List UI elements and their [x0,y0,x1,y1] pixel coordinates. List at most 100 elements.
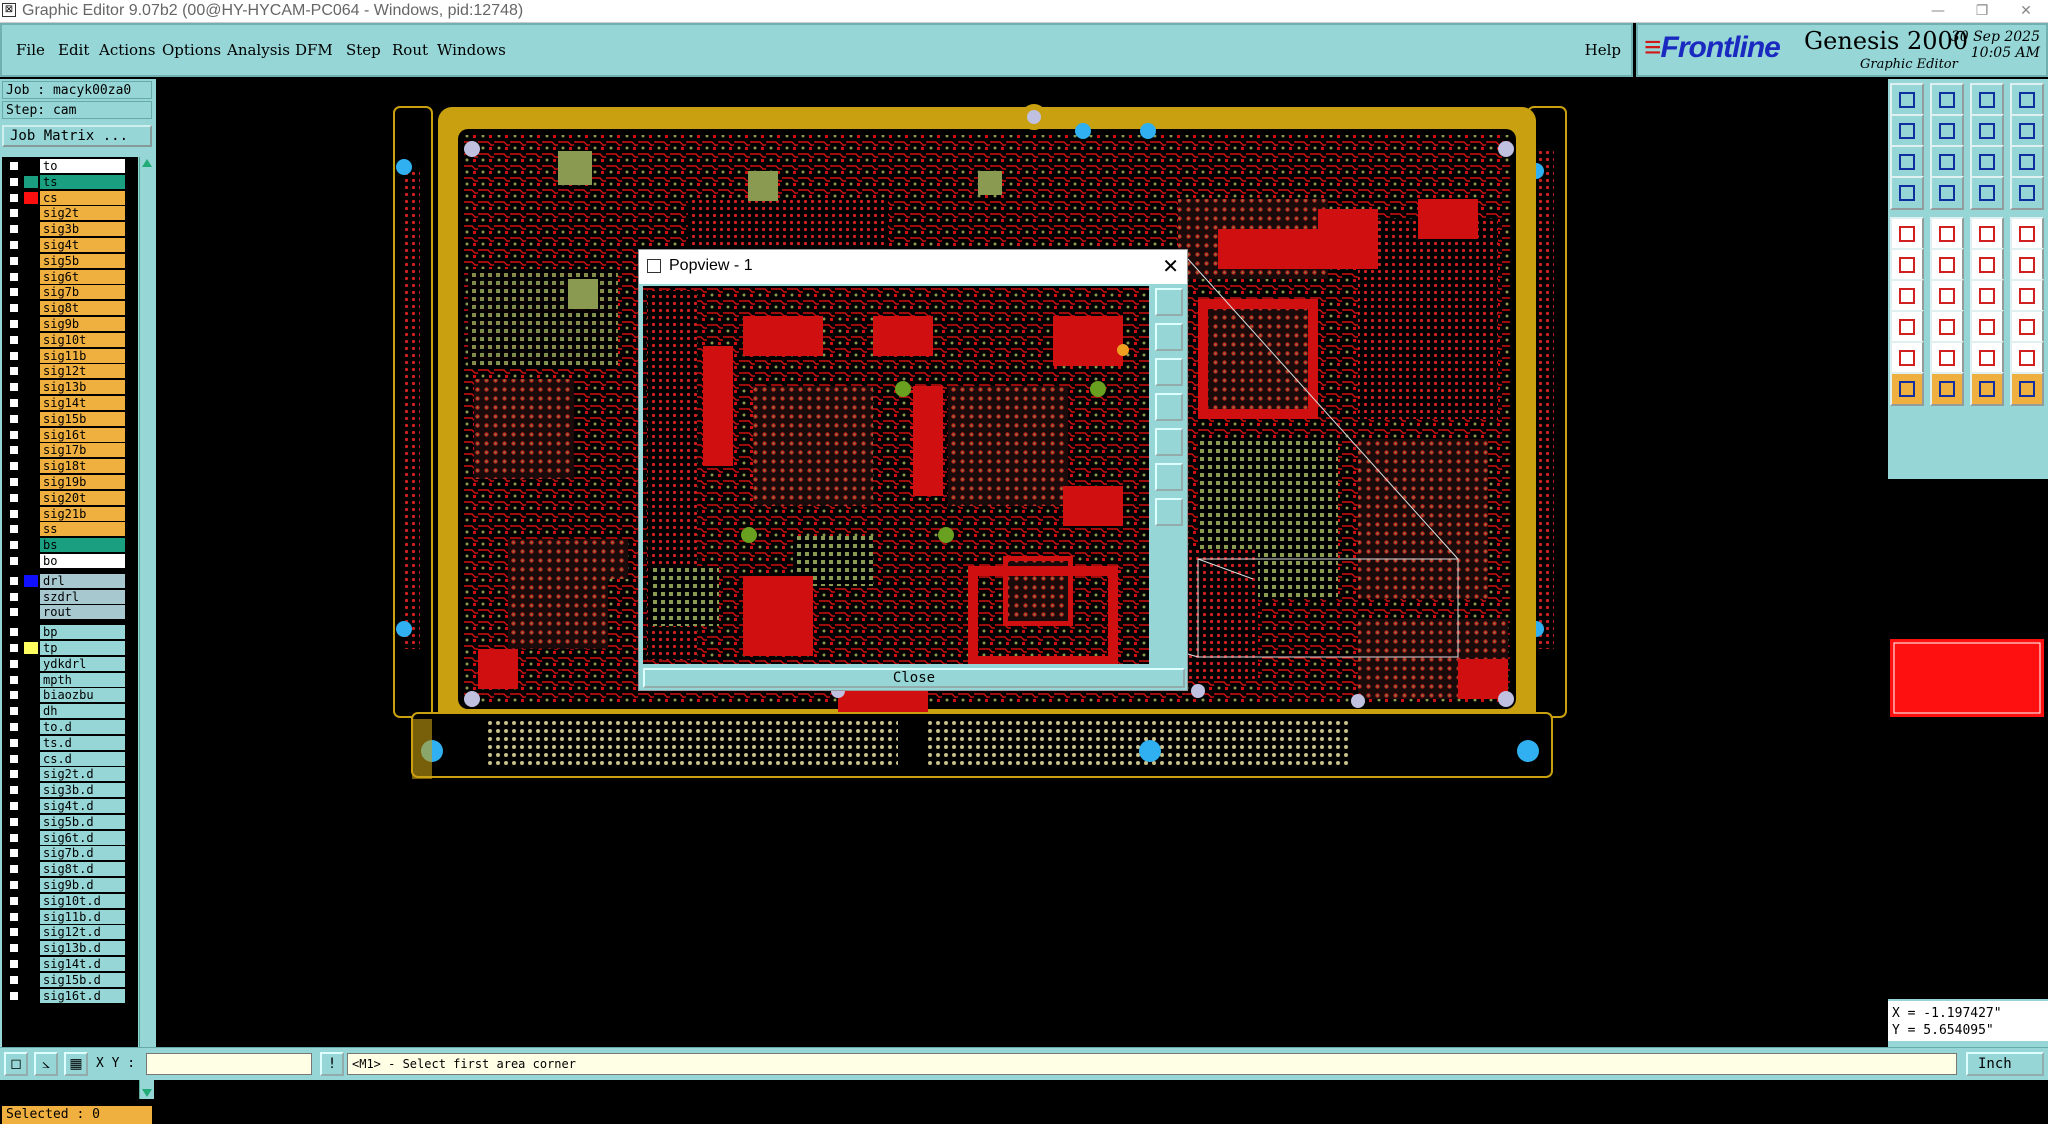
layer-color-swatch[interactable] [24,574,38,587]
layer-checkbox[interactable] [9,413,19,424]
fit-icon[interactable] [1890,145,1924,179]
layer-down-icon[interactable] [1930,83,1964,117]
display-icon[interactable] [2010,83,2044,117]
layer-checkbox[interactable] [9,832,19,843]
layer-color-swatch[interactable] [24,555,38,567]
layer-checkbox[interactable] [9,255,19,266]
layer-color-swatch[interactable] [24,847,38,860]
dot-icon[interactable] [2010,217,2044,251]
layer-name[interactable]: ydkdrl [40,656,125,671]
layer-row[interactable]: sig7b [2,285,138,300]
job-matrix-button[interactable]: Job Matrix ... [2,125,152,147]
layer-name[interactable]: to [40,159,125,173]
layer-checkbox[interactable] [9,959,19,969]
layer-color-swatch[interactable] [24,286,38,299]
layer-color-swatch[interactable] [24,365,38,378]
layer-name[interactable]: sig3b.d [40,783,125,798]
layer-name[interactable]: sig16t.d [40,988,125,1003]
layer-color-swatch[interactable] [24,926,38,939]
layer-row[interactable]: sig16t.d [2,988,138,1003]
layer-row[interactable]: sig4t.d [2,799,138,813]
layer-color-swatch[interactable] [24,815,38,828]
layer-color-swatch[interactable] [24,223,38,236]
layer-name[interactable]: sig7b.d [40,846,125,861]
layer-row[interactable]: bo [2,554,138,568]
layer-row[interactable]: sig10t [2,332,138,347]
layer-checkbox[interactable] [9,575,19,586]
layer-name[interactable]: biaozbu [40,688,125,703]
xy-input[interactable] [146,1053,312,1075]
mirror-icon[interactable] [2010,279,2044,313]
layer-color-swatch[interactable] [24,958,38,970]
layer-name[interactable]: mpth [40,672,125,687]
layer-color-swatch[interactable] [24,863,38,876]
net-icon[interactable] [1970,176,2004,210]
layer-checkbox[interactable] [9,737,19,748]
route-icon[interactable] [1930,217,1964,251]
layer-name[interactable]: ts.d [40,735,125,750]
maximize-icon[interactable]: ❐ [1960,0,2004,22]
select-area-icon[interactable] [1970,372,2004,406]
layer-color-swatch[interactable] [24,784,38,797]
layer-row[interactable]: sig8t.d [2,862,138,877]
layer-checkbox[interactable] [9,690,19,701]
overview-graphic[interactable] [1888,479,2048,999]
menu-windows[interactable]: Windows [437,41,506,59]
layer-name[interactable]: sig10t [40,332,125,347]
layer-color-swatch[interactable] [24,476,38,488]
layer-color-swatch[interactable] [24,989,38,1002]
layer-checkbox[interactable] [9,943,19,954]
layer-name[interactable]: sig3b [40,222,125,237]
layer-name[interactable]: sig12t.d [40,925,125,940]
layer-checkbox[interactable] [9,508,19,519]
layer-name[interactable]: sig7b [40,285,125,300]
layer-name[interactable]: sig21b [40,506,125,521]
copy-icon[interactable] [1970,114,2004,148]
popview-zoom-graphic[interactable] [643,286,1149,664]
info-icon[interactable]: ! [320,1052,344,1076]
layer-list-scrollbar[interactable] [139,157,154,1099]
minus-icon[interactable] [1930,310,1964,344]
layer-row[interactable]: sig15b [2,411,138,426]
popview-pan-right-icon[interactable] [1155,428,1183,456]
layer-checkbox[interactable] [9,801,19,811]
layer-color-swatch[interactable] [24,894,38,907]
net-highlight-icon[interactable] [2010,176,2044,210]
layer-name[interactable]: tp [40,641,125,655]
layer-row[interactable]: sig12t [2,364,138,379]
layer-name[interactable]: sig18t [40,459,125,474]
layer-color-swatch[interactable] [24,736,38,749]
layer-row[interactable]: sig5b.d [2,814,138,829]
layer-row[interactable]: bp [2,625,138,640]
layer-checkbox[interactable] [9,319,19,329]
outline-icon[interactable] [1970,341,2004,375]
layer-name[interactable]: sig13b [40,380,125,395]
layer-checkbox[interactable] [9,753,19,764]
layer-color-swatch[interactable] [24,191,38,204]
layer-checkbox[interactable] [9,706,19,717]
layer-row[interactable]: sig6t.d [2,830,138,845]
layer-color-swatch[interactable] [24,910,38,923]
layer-color-swatch[interactable] [24,942,38,955]
layer-row[interactable]: ss [2,522,138,537]
layer-row[interactable]: sig5b [2,253,138,268]
layer-color-swatch[interactable] [24,397,38,409]
layer-checkbox[interactable] [9,658,19,669]
layer-row[interactable]: szdrl [2,589,138,604]
layer-color-swatch[interactable] [24,302,38,315]
menu-edit[interactable]: Edit [58,41,89,59]
layer-row[interactable]: drl [2,573,138,588]
layer-row[interactable]: sig8t [2,301,138,316]
layer-color-swatch[interactable] [24,254,38,267]
layer-row[interactable]: bs [2,538,138,553]
layer-name[interactable]: sig4t [40,238,125,252]
layer-row[interactable]: sig19b [2,475,138,489]
layer-name[interactable]: sig2t.d [40,767,125,782]
layer-color-swatch[interactable] [24,207,38,220]
layer-row[interactable]: sig17b [2,443,138,458]
popview-pan-left-icon[interactable] [1155,393,1183,421]
layer-color-swatch[interactable] [24,642,38,654]
resize-icon[interactable] [1970,310,2004,344]
layer-checkbox[interactable] [9,271,19,282]
layer-row[interactable]: sig7b.d [2,846,138,861]
